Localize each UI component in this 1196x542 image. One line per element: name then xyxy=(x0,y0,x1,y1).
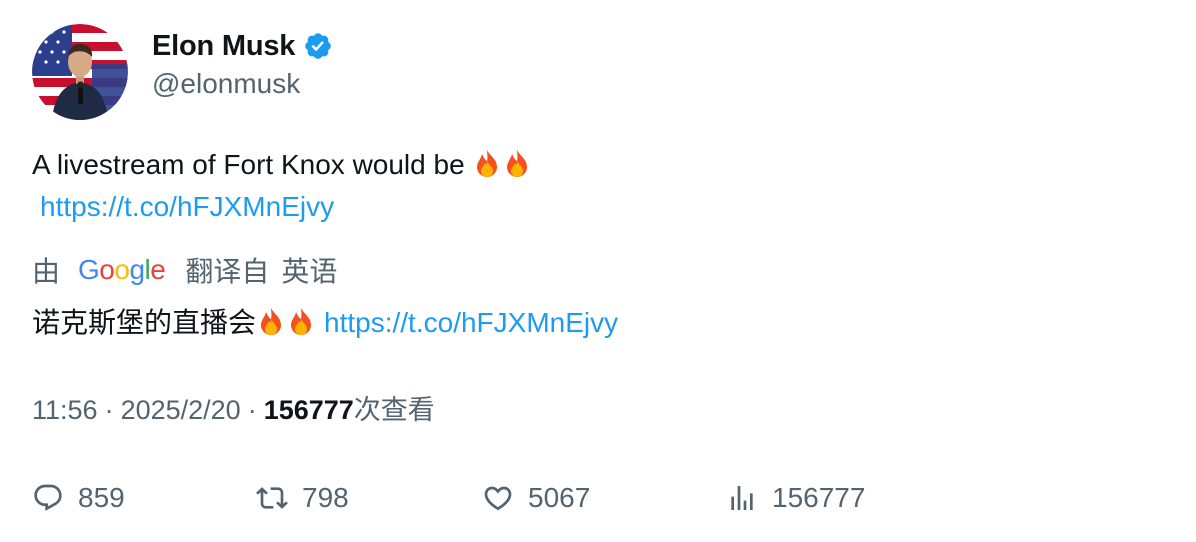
translation-by-label: 由 xyxy=(32,256,61,287)
translation-from-label: 翻译自 xyxy=(185,256,270,287)
like-icon xyxy=(482,482,514,514)
retweet-count: 798 xyxy=(302,482,349,513)
translated-text-content: 诺克斯堡的直播会 xyxy=(32,307,257,338)
tweet-time[interactable]: 11:56 xyxy=(32,395,98,425)
like-button[interactable]: 5067 xyxy=(482,482,726,514)
meta-separator: · xyxy=(247,395,257,425)
retweet-icon xyxy=(256,482,288,514)
like-count: 5067 xyxy=(528,482,591,513)
reply-button[interactable]: 859 xyxy=(32,482,256,514)
meta-separator: · xyxy=(104,395,114,425)
fire-emoji xyxy=(256,306,316,346)
verified-badge-icon[interactable] xyxy=(303,31,333,61)
translation-language: 英语 xyxy=(281,256,338,287)
tweet-text-content: A livestream of Fort Knox would be xyxy=(32,149,465,180)
views-button[interactable]: 156777 xyxy=(726,482,865,514)
author-name-row: Elon Musk xyxy=(152,28,333,64)
tweet-card: Elon Musk @elonmusk A livestream of Fort… xyxy=(0,0,1196,542)
retweet-button[interactable]: 798 xyxy=(256,482,482,514)
tweet-meta: 11:56 · 2025/2/20 · 156777次查看 xyxy=(32,392,435,428)
tweet-text: A livestream of Fort Knox would be xyxy=(32,146,532,188)
translated-link[interactable]: https://t.co/hFJXMnEjvy xyxy=(324,307,618,338)
author-handle[interactable]: @elonmusk xyxy=(152,68,300,100)
translated-text: 诺克斯堡的直播会 https://t.co/hFJXMnEjvy xyxy=(32,304,618,346)
author-avatar[interactable] xyxy=(32,24,128,120)
tweet-link[interactable]: https://t.co/hFJXMnEjvy xyxy=(40,188,334,226)
tweet-date[interactable]: 2025/2/20 xyxy=(121,395,241,425)
views-count: 156777 xyxy=(263,395,354,425)
translation-attribution: 由 Google 翻译自 英语 xyxy=(32,250,337,290)
author-display-name[interactable]: Elon Musk xyxy=(152,30,295,63)
views-action-count: 156777 xyxy=(772,482,866,513)
views-label: 次查看 xyxy=(353,395,435,425)
action-bar: 859 798 5067 156777 xyxy=(32,478,865,518)
views-icon xyxy=(726,482,758,514)
reply-icon xyxy=(32,482,64,514)
fire-emoji xyxy=(472,148,532,188)
reply-count: 859 xyxy=(78,482,125,513)
google-logo[interactable]: Google xyxy=(78,254,166,286)
